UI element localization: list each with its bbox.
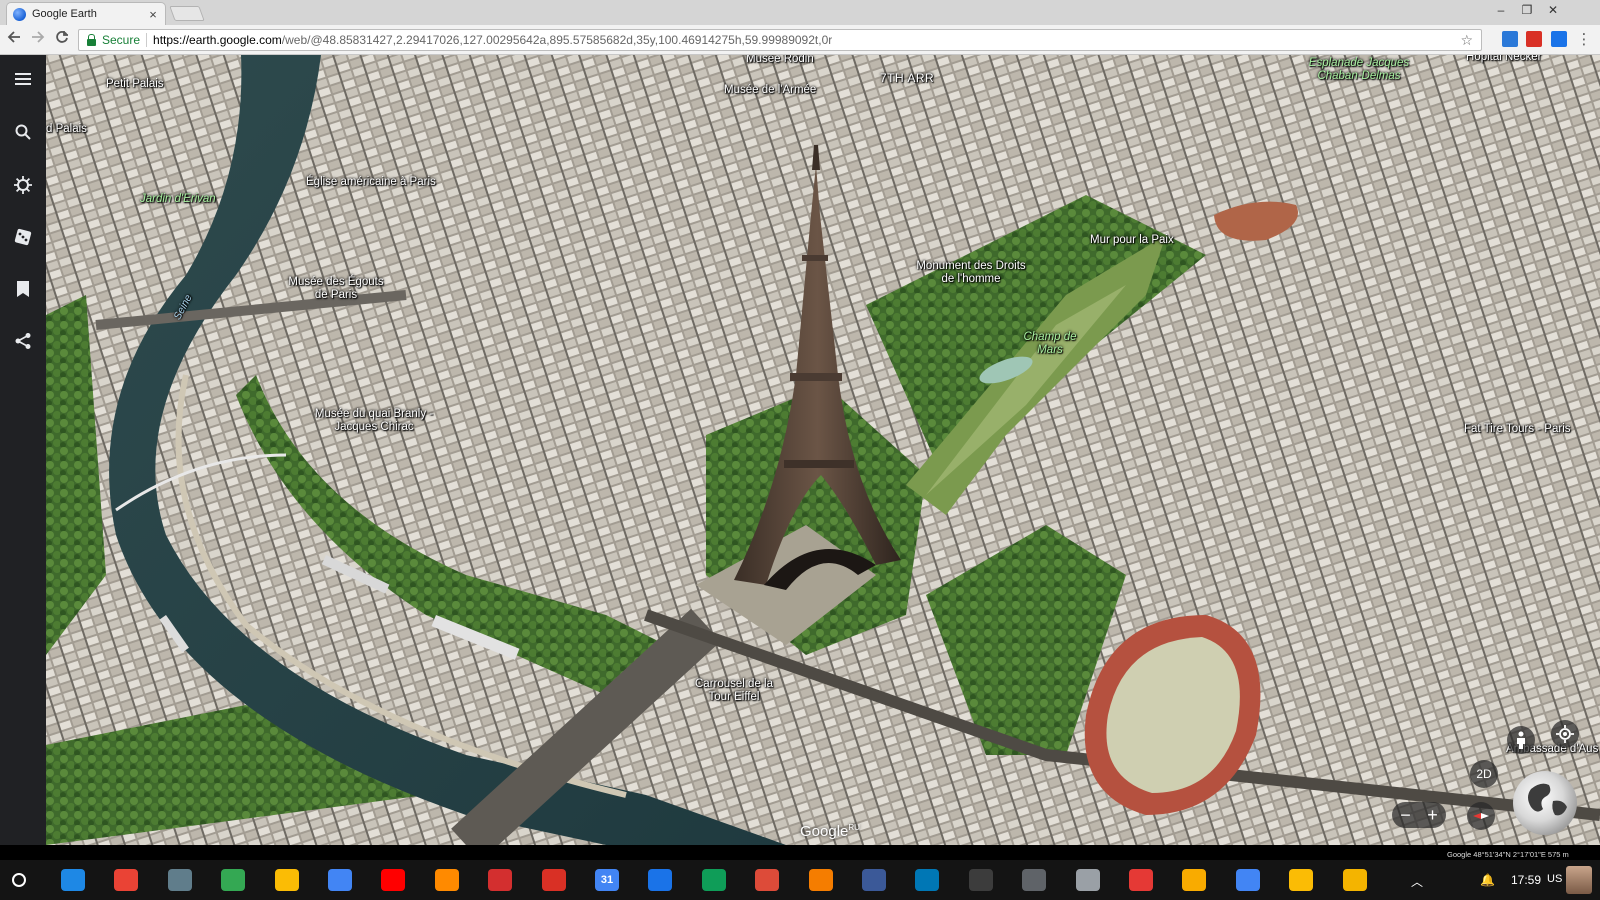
extension-red-icon[interactable] bbox=[1526, 31, 1542, 47]
view-mode-2d-button[interactable]: 2D bbox=[1470, 760, 1498, 788]
notifications-icon[interactable]: 🔔 bbox=[1480, 873, 1495, 887]
input-locale[interactable]: US bbox=[1547, 873, 1562, 885]
zoom-in-button[interactable]: + bbox=[1427, 805, 1438, 826]
url-path: /web/@48.85831427,2.29417026,127.0029564… bbox=[281, 33, 833, 47]
omnibox-divider bbox=[146, 33, 148, 47]
maps-icon[interactable] bbox=[702, 869, 726, 891]
play-music-icon[interactable] bbox=[435, 869, 459, 891]
label-eglise-americaine[interactable]: Église américaine à Paris bbox=[306, 176, 436, 189]
label-champ-de-mars[interactable]: Champ de Mars bbox=[1018, 331, 1082, 357]
minimize-icon[interactable]: – bbox=[1491, 3, 1511, 17]
settings-hex-icon[interactable] bbox=[1022, 869, 1046, 891]
watermark-region: RU bbox=[848, 823, 860, 832]
tab-strip: Google Earth × – ❐ ✕ bbox=[0, 0, 1600, 25]
video-player-icon[interactable] bbox=[488, 869, 512, 891]
facebook-icon[interactable] bbox=[862, 869, 886, 891]
code-editor-icon[interactable] bbox=[969, 869, 993, 891]
zoom-out-button[interactable]: − bbox=[1400, 805, 1411, 826]
lock-icon bbox=[87, 33, 96, 46]
watermark-text: Google bbox=[800, 823, 849, 840]
pegman-icon[interactable] bbox=[1507, 726, 1535, 754]
bookmark-star-icon[interactable]: ☆ bbox=[1460, 32, 1473, 49]
url-host: https://earth.google.com bbox=[153, 33, 282, 47]
label-monument-droits-homme[interactable]: Monument des Droits de l'homme bbox=[916, 260, 1026, 286]
projects-icon[interactable] bbox=[11, 277, 35, 301]
voyager-icon[interactable] bbox=[11, 173, 35, 197]
extension-check-icon[interactable] bbox=[1551, 31, 1567, 47]
menu-icon[interactable] bbox=[11, 67, 35, 91]
slides-viewer-icon[interactable] bbox=[1076, 869, 1100, 891]
back-icon[interactable] bbox=[4, 30, 24, 50]
calendar-icon[interactable]: 31 bbox=[595, 869, 619, 891]
user-avatar[interactable] bbox=[1566, 866, 1592, 894]
tab-google-earth[interactable]: Google Earth × bbox=[6, 2, 166, 25]
contacts-icon[interactable] bbox=[648, 869, 672, 891]
blogger-icon[interactable] bbox=[809, 869, 833, 891]
tab-close-icon[interactable]: × bbox=[147, 7, 159, 22]
chrome-menu-icon[interactable]: ⋮ bbox=[1574, 30, 1594, 50]
label-musee-rodin[interactable]: Musée Rodin bbox=[746, 55, 814, 66]
calculator-icon[interactable] bbox=[168, 869, 192, 891]
launcher-icon[interactable] bbox=[12, 873, 26, 887]
linkedin-icon[interactable] bbox=[915, 869, 939, 891]
label-fat-tire-tours[interactable]: Fat Tire Tours - Paris bbox=[1464, 423, 1571, 436]
browser-toolbar: Secure https://earth.google.com /web/@48… bbox=[0, 25, 1600, 55]
reload-icon[interactable] bbox=[52, 30, 72, 50]
feeling-lucky-icon[interactable] bbox=[11, 225, 35, 249]
clock[interactable]: 17:59 bbox=[1511, 873, 1541, 887]
earth-3d-view[interactable]: Musée Rodin 7TH ARR Musée de l'Armée Pet… bbox=[46, 55, 1600, 845]
share-icon[interactable] bbox=[11, 329, 35, 353]
secure-label: Secure bbox=[102, 33, 141, 47]
search-icon[interactable] bbox=[11, 120, 35, 144]
label-petit-palais[interactable]: Petit Palais bbox=[106, 78, 164, 91]
label-musee-egouts[interactable]: Musée des Égouts de Paris bbox=[286, 276, 386, 302]
extension-cast-icon[interactable] bbox=[1502, 31, 1518, 47]
google-plus-icon[interactable] bbox=[755, 869, 779, 891]
label-hopital-necker[interactable]: Hôpital Necker bbox=[1466, 55, 1541, 64]
attribution-bar: Google 48°51'34"N 2°17'01"E 575 m bbox=[1444, 850, 1572, 859]
aerial-imagery bbox=[46, 55, 1600, 845]
label-musee-quai-branly[interactable]: Musée du quai Branly - Jacques Chirac bbox=[314, 408, 434, 434]
shelf-expand-icon[interactable]: ︿ bbox=[1411, 873, 1423, 890]
earth-left-rail bbox=[0, 55, 46, 845]
close-window-icon[interactable]: ✕ bbox=[1543, 3, 1563, 17]
chrome-icon[interactable] bbox=[114, 869, 138, 891]
label-grand-palais[interactable]: d Palais bbox=[46, 123, 87, 136]
pages-icon[interactable] bbox=[1129, 869, 1153, 891]
label-jardin-erivan[interactable]: Jardin d'Erivan bbox=[140, 193, 216, 206]
address-bar[interactable]: Secure https://earth.google.com /web/@48… bbox=[78, 29, 1482, 51]
youtube-icon[interactable] bbox=[381, 869, 405, 891]
gmail-icon[interactable] bbox=[542, 869, 566, 891]
tab-title: Google Earth bbox=[32, 8, 97, 20]
label-esplanade-chaban-delmas[interactable]: Esplanade Jacques Chaban-Delmas bbox=[1304, 57, 1414, 83]
zoom-control: − + bbox=[1392, 802, 1446, 828]
label-carrousel-tour-eiffel[interactable]: Carrousel de la Tour Eiffel bbox=[694, 678, 774, 704]
restore-icon[interactable]: ❐ bbox=[1517, 3, 1537, 17]
analytics-icon[interactable] bbox=[1182, 869, 1206, 891]
power-icon[interactable] bbox=[1289, 869, 1313, 891]
keep-icon[interactable] bbox=[275, 869, 299, 891]
label-7th-arr[interactable]: 7TH ARR bbox=[880, 72, 934, 85]
forward-icon[interactable] bbox=[28, 30, 48, 50]
my-location-icon[interactable] bbox=[1551, 720, 1579, 748]
label-musee-armee[interactable]: Musée de l'Armée bbox=[724, 84, 816, 97]
label-mur-pour-la-paix[interactable]: Mur pour la Paix bbox=[1090, 234, 1174, 247]
new-tab-button[interactable] bbox=[169, 6, 205, 21]
compass-icon[interactable] bbox=[1467, 802, 1495, 830]
web-store-icon[interactable] bbox=[1236, 869, 1260, 891]
google-watermark: GoogleRU bbox=[800, 823, 860, 840]
google-earth-favicon-icon bbox=[13, 7, 26, 21]
chrome-canary-icon[interactable] bbox=[1343, 869, 1367, 891]
files-icon[interactable] bbox=[61, 869, 85, 891]
drive-icon[interactable] bbox=[221, 869, 245, 891]
docs-icon[interactable] bbox=[328, 869, 352, 891]
mini-globe-icon[interactable] bbox=[1513, 771, 1577, 835]
